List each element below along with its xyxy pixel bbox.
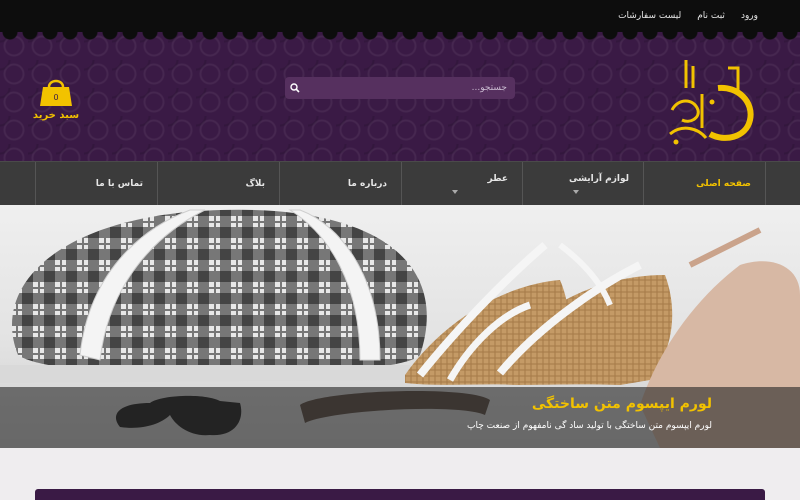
nav-item-cosmetics[interactable]: لوازم آرایشی — [522, 162, 643, 205]
chevron-down-icon — [573, 189, 579, 194]
nav-item-label: صفحه اصلی — [696, 178, 751, 189]
nav-item-label: عطر — [487, 173, 508, 184]
search-box — [285, 77, 515, 99]
cart-label: سبد خرید — [32, 110, 80, 121]
slide-caption: لورم ایپسوم متن ساختگی لورم ایپسوم متن س… — [0, 387, 800, 448]
slide-title: لورم ایپسوم متن ساختگی — [531, 396, 712, 412]
search-input[interactable] — [305, 77, 515, 99]
orders-link[interactable]: لیست سفارشات — [618, 11, 681, 21]
shopping-bag-icon: 0 — [40, 79, 72, 106]
nav-item-about[interactable]: درباره ما — [279, 162, 401, 205]
nav-item-label: بلاگ — [245, 178, 265, 189]
top-bar: ورود ثبت نام لیست سفارشات — [0, 0, 800, 32]
nav-item-contact[interactable]: تماس با ما — [35, 162, 157, 205]
nav-divider — [765, 162, 766, 205]
search-icon[interactable] — [285, 77, 305, 99]
nav-item-perfume[interactable]: عطر — [401, 162, 522, 205]
nav-item-blog[interactable]: بلاگ — [157, 162, 279, 205]
site-header: 0 سبد خرید — [0, 32, 800, 161]
nav-item-label: لوازم آرایشی — [568, 173, 629, 184]
cart-count: 0 — [53, 93, 58, 102]
top-links: ورود ثبت نام لیست سفارشات — [618, 0, 758, 32]
nav-item-label: تماس با ما — [95, 178, 143, 189]
nav-item-home[interactable]: صفحه اصلی — [643, 162, 765, 205]
main-nav: صفحه اصلی لوازم آرایشی عطر درباره ما بلا… — [0, 161, 800, 205]
header-scallop-edge — [0, 32, 800, 42]
slide-subtitle: لورم ایپسوم متن ساختگی با تولید ساد گی ن… — [467, 421, 712, 431]
login-link[interactable]: ورود — [741, 11, 758, 21]
chevron-down-icon — [452, 189, 458, 194]
logo-icon — [669, 60, 754, 145]
content-panel-header — [35, 489, 765, 500]
register-link[interactable]: ثبت نام — [697, 11, 725, 21]
cart-button[interactable]: 0 سبد خرید — [32, 76, 80, 128]
nav-item-label: درباره ما — [347, 178, 387, 189]
hero-slider[interactable]: لورم ایپسوم متن ساختگی لورم ایپسوم متن س… — [0, 205, 800, 448]
